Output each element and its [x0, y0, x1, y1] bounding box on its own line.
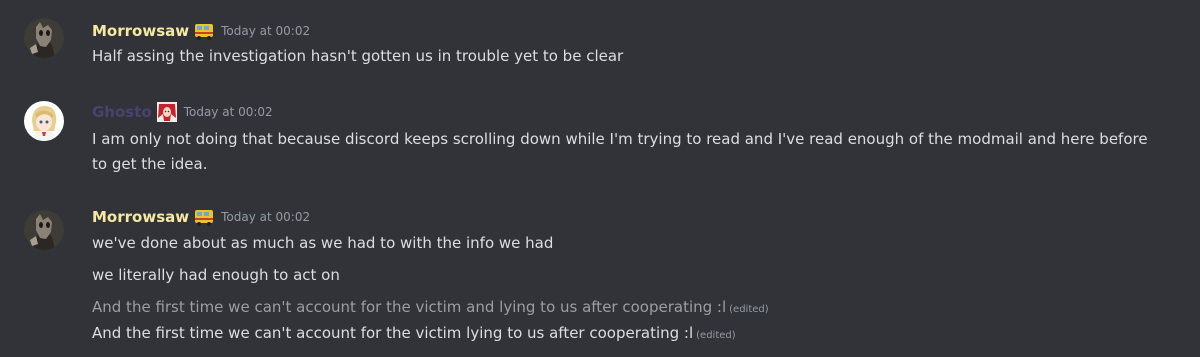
masked-figure-avatar[interactable]	[24, 18, 64, 58]
message-text: And the first time we can't account for …	[92, 322, 1160, 347]
timestamp[interactable]: Today at 00:02	[184, 105, 273, 119]
username[interactable]: Morrowsaw	[92, 22, 189, 40]
yellow-bus-icon	[193, 207, 215, 227]
anime-girl-avatar[interactable]	[24, 101, 64, 141]
edited-label: (edited)	[729, 304, 769, 315]
timestamp[interactable]: Today at 00:02	[221, 24, 310, 38]
timestamp[interactable]: Today at 00:02	[221, 210, 310, 224]
yellow-bus-icon	[193, 21, 215, 41]
message-text: Half assing the investigation hasn't got…	[92, 47, 624, 65]
username[interactable]: Morrowsaw	[92, 208, 189, 226]
message-text-pending: And the first time we can't account for …	[92, 296, 1160, 321]
username[interactable]: Ghosto	[92, 103, 152, 121]
edited-label: (edited)	[696, 330, 736, 341]
red-hair-character-icon	[156, 102, 178, 122]
masked-figure-avatar[interactable]	[24, 210, 64, 250]
message-text: we've done about as much as we had to wi…	[92, 234, 554, 252]
message-text: I am only not doing that because discord…	[92, 130, 1148, 173]
message-text-content: And the first time we can't account for …	[92, 298, 727, 316]
message-text: we literally had enough to act on	[92, 266, 340, 284]
message-text-content: And the first time we can't account for …	[92, 324, 694, 342]
